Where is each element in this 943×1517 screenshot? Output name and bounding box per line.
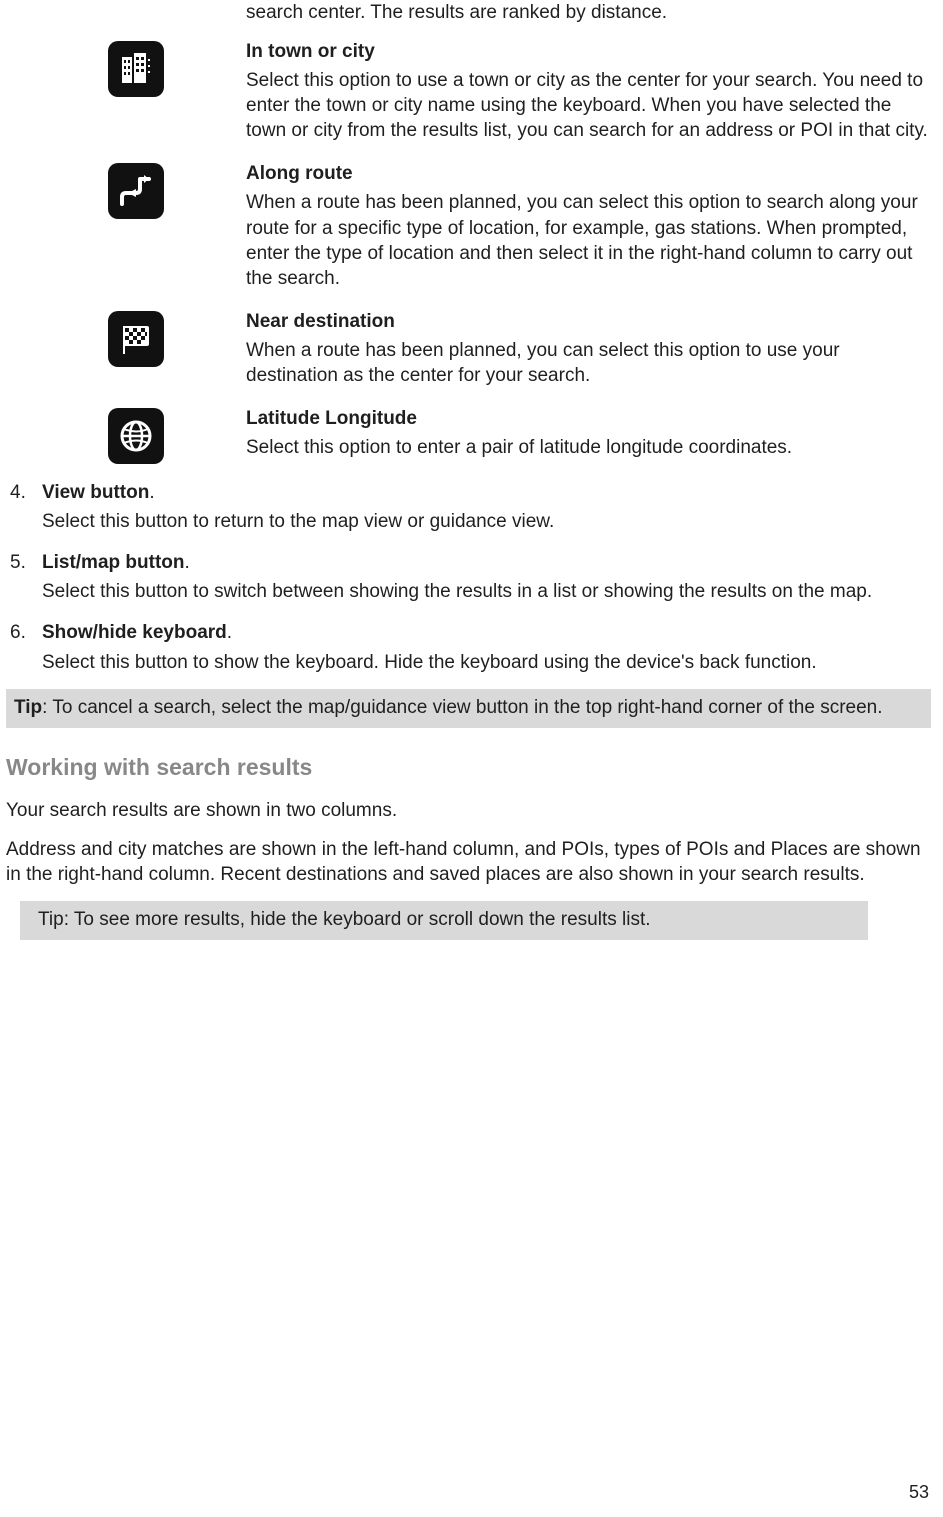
page: search center. The results are ranked by… [0,0,943,1517]
checkered-flag-icon [108,311,164,367]
option-desc: Select this option to use a town or city… [246,68,931,143]
option-title: In town or city [246,39,931,64]
option-in-town: In town or city Select this option to us… [6,39,931,157]
step-title: List/map button [42,552,184,573]
step-title: Show/hide keyboard [42,622,227,643]
intro-text: search center. The results are ranked by… [246,0,931,25]
globe-icon [108,408,164,464]
option-near-destination: Near destination When a route has been p… [6,309,931,402]
tip-label: Tip [14,697,42,718]
step-number: 5. [6,550,42,575]
intro-row: search center. The results are ranked by… [6,0,931,35]
tip-box-more-results: Tip: To see more results, hide the keybo… [20,901,868,940]
paragraph: Your search results are shown in two col… [6,798,931,823]
route-icon [108,163,164,219]
option-title: Along route [246,161,931,186]
paragraph: Address and city matches are shown in th… [6,837,931,887]
option-lat-long: Latitude Longitude Select this option to… [6,406,931,474]
option-title: Latitude Longitude [246,406,931,431]
step-5: 5. List/map button. Select this button t… [6,550,931,614]
option-title: Near destination [246,309,931,334]
step-title: View button [42,482,149,503]
tip-text: : To see more results, hide the keyboard… [64,909,651,930]
option-desc: Select this option to enter a pair of la… [246,435,931,460]
step-desc: Select this button to show the keyboard.… [42,650,931,675]
step-desc: Select this button to return to the map … [42,509,931,534]
tip-box-cancel-search: Tip: To cancel a search, select the map/… [6,689,931,728]
step-4: 4. View button. Select this button to re… [6,480,931,544]
step-number: 4. [6,480,42,505]
option-along-route: Along route When a route has been planne… [6,161,931,304]
city-icon [108,41,164,97]
section-heading: Working with search results [6,752,931,782]
step-number: 6. [6,620,42,645]
tip-text: : To cancel a search, select the map/gui… [42,697,882,718]
step-desc: Select this button to switch between sho… [42,579,931,604]
option-desc: When a route has been planned, you can s… [246,190,931,290]
option-desc: When a route has been planned, you can s… [246,338,931,388]
step-6: 6. Show/hide keyboard. Select this butto… [6,620,931,684]
page-number: 53 [909,1481,929,1505]
tip-label: Tip [38,909,64,930]
